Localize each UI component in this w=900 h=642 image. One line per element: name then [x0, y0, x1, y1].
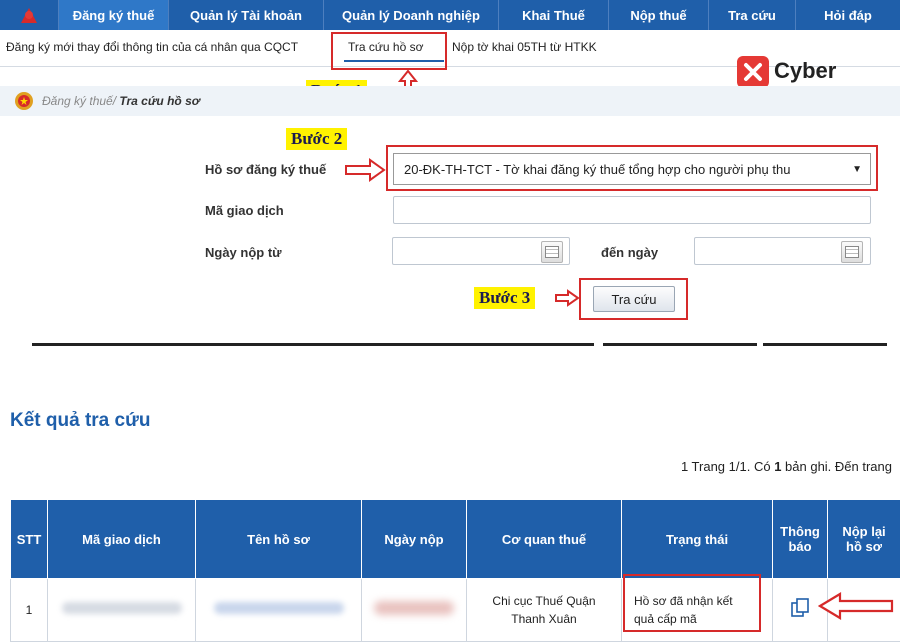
pager: 1 Trang 1/1. Có 1 bản ghi. Đến trang: [681, 459, 892, 474]
col-thong-bao: Thông báo: [773, 500, 828, 579]
col-co-quan-thue: Cơ quan thuế: [467, 500, 622, 579]
cyber-logo-icon: [737, 56, 769, 88]
notification-document-icon[interactable]: [790, 597, 810, 619]
step2-label: Bước 2: [286, 128, 347, 150]
pager-text: 1 Trang 1/1. Có: [681, 459, 774, 474]
cell-ten-ho-so-blurred: [196, 579, 362, 642]
ma-giao-dich-input[interactable]: [393, 196, 871, 224]
col-ten-ho-so: Tên hồ sơ: [196, 500, 362, 579]
ho-so-selected-value: 20-ĐK-TH-TCT - Tờ khai đăng ký thuế tổng…: [404, 162, 844, 177]
nav-hoi-dap[interactable]: Hỏi đáp: [795, 0, 900, 30]
breadcrumb-current: Tra cứu hồ sơ: [119, 94, 199, 108]
col-trang-thai: Trạng thái: [622, 500, 773, 579]
emblem-icon: [14, 91, 34, 111]
divider: [32, 343, 594, 346]
nav-dang-ky-thue[interactable]: Đăng ký thuế: [58, 0, 168, 30]
table-header-row: STT Mã giao dịch Tên hồ sơ Ngày nộp Cơ q…: [11, 500, 900, 579]
nav-quan-ly-tai-khoan[interactable]: Quản lý Tài khoản: [168, 0, 323, 30]
subnav-nop-to-khai[interactable]: Nộp tờ khai 05TH từ HTKK: [452, 40, 597, 54]
cell-stt: 1: [11, 579, 48, 642]
col-stt: STT: [11, 500, 48, 579]
ho-so-select[interactable]: 20-ĐK-TH-TCT - Tờ khai đăng ký thuế tổng…: [393, 153, 871, 185]
chevron-down-icon: ▼: [852, 164, 862, 175]
step3-label: Bước 3: [474, 287, 535, 309]
cell-ma-giao-dich-blurred: [48, 579, 196, 642]
col-nop-lai: Nộp lại hồ sơ: [828, 500, 900, 579]
to-calendar-icon[interactable]: [841, 241, 863, 263]
nav-tra-cuu[interactable]: Tra cứu: [708, 0, 795, 30]
subnav-dang-ky-moi[interactable]: Đăng ký mới thay đổi thông tin của cá nh…: [6, 40, 298, 54]
results-table: STT Mã giao dịch Tên hồ sơ Ngày nộp Cơ q…: [10, 499, 900, 642]
col-ma-giao-dich: Mã giao dịch: [48, 500, 196, 579]
top-nav: Đăng ký thuế Quản lý Tài khoản Quản lý D…: [0, 0, 900, 30]
step3-arrow-icon: [554, 289, 580, 307]
search-button[interactable]: Tra cứu: [593, 286, 675, 312]
divider: [763, 343, 887, 346]
nav-quan-ly-doanh-nghiep[interactable]: Quản lý Doanh nghiệp: [323, 0, 498, 30]
col-ngay-nop: Ngày nộp: [362, 500, 467, 579]
results-title: Kết quả tra cứu: [10, 410, 150, 432]
divider: [603, 343, 757, 346]
label-den-ngay: đến ngày: [601, 245, 658, 260]
label-ma-giao-dich: Mã giao dịch: [205, 203, 284, 218]
breadcrumb: Đăng ký thuế/ Tra cứu hồ sơ: [0, 86, 900, 116]
highlight-box-step1: [331, 32, 447, 70]
pager-text-end: bản ghi. Đến trang: [781, 459, 892, 474]
label-ngay-nop-tu: Ngày nộp từ: [205, 245, 282, 260]
nav-khai-thue[interactable]: Khai Thuế: [498, 0, 608, 30]
table-row: 1 Chi cục Thuế Quận Thanh Xuân Hồ sơ đã …: [11, 579, 900, 642]
home-logo-icon[interactable]: [0, 0, 58, 30]
breadcrumb-parent[interactable]: Đăng ký thuế/: [42, 94, 116, 108]
from-calendar-icon[interactable]: [541, 241, 563, 263]
nav-nop-thue[interactable]: Nộp thuế: [608, 0, 708, 30]
cell-ngay-nop-blurred: [362, 579, 467, 642]
brand-name: Cyber: [774, 58, 836, 84]
notification-arrow-icon: [818, 592, 894, 620]
label-ho-so: Hồ sơ đăng ký thuế: [205, 162, 326, 177]
step2-arrow-icon: [344, 158, 386, 182]
highlight-box-status: [623, 574, 761, 632]
cell-co-quan-thue: Chi cục Thuế Quận Thanh Xuân: [467, 579, 622, 642]
